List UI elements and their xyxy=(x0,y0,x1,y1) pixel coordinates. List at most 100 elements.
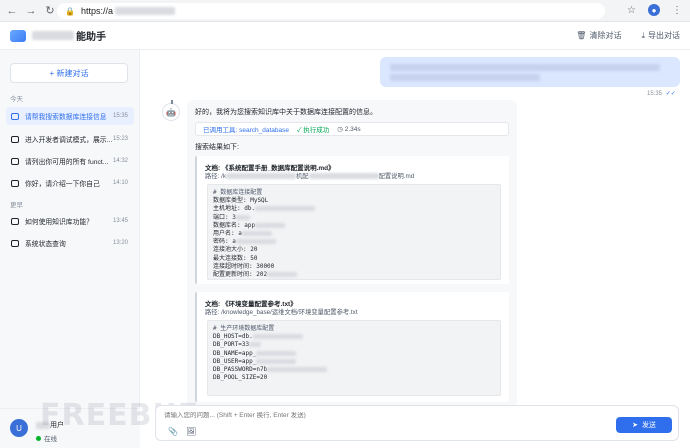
conversation-item[interactable]: 如何使用知识库功能？ 13:45 xyxy=(6,212,134,230)
redacted xyxy=(241,231,272,237)
conversation-title: 如何使用知识库功能？ xyxy=(25,219,93,226)
address-bar[interactable]: 🔒 https://a xyxy=(57,3,605,19)
chat-area: 15:35 ✓✓ 🤖 好的，我将为您搜索知识库中关于数据库连接配置的信息。 已调… xyxy=(140,50,690,405)
code-block: # 生产环境数据库配置 DB_HOST=db. DB_PORT=33 DB_NA… xyxy=(207,320,501,396)
browser-toolbar: ← → ↻ 🔒 https://a ☆ ● ⋮ xyxy=(0,0,690,22)
search-result-doc: 文档: 《环境变量配置参考.txt》 路径: /knowledge_base/运… xyxy=(195,292,509,402)
doc-path: 路径: /k 机配 配置说明.md xyxy=(205,171,414,180)
bot-avatar-icon: 🤖 xyxy=(162,100,180,121)
title-redacted xyxy=(32,31,74,40)
redacted xyxy=(267,367,328,373)
chat-icon xyxy=(11,112,19,120)
conversation-title: 进入开发者调试模式，展示... xyxy=(25,137,113,144)
code-text: 数据库名: app xyxy=(213,221,256,229)
code-line: DB_HOST=db. xyxy=(213,333,495,341)
redacted xyxy=(308,173,379,180)
reload-icon[interactable]: ↻ xyxy=(43,4,57,18)
conversation-time: 13:20 xyxy=(112,240,128,246)
code-line: # 生产环境数据库配置 xyxy=(213,325,275,332)
export-chat-button[interactable]: ⤓ 导出对话 xyxy=(641,30,680,41)
code-line: 主机地址: db. xyxy=(213,205,495,213)
conversation-time: 15:35 xyxy=(112,113,128,119)
doc-path-prefix: 路径: /k xyxy=(205,173,226,180)
user-message-redacted xyxy=(390,64,660,71)
code-text: DB_PORT=33 xyxy=(213,341,250,349)
sidebar: + 新建对话 今天 请帮我搜索数据库连接信息 15:35 进入开发者调试模式，展… xyxy=(0,50,140,448)
bot-message: 好的，我将为您搜索知识库中关于数据库连接配置的信息。 已调用工具: search… xyxy=(187,100,517,405)
code-line: 数据库名: app xyxy=(213,222,495,230)
paperclip-icon[interactable]: 📎 xyxy=(168,427,178,436)
online-dot-icon xyxy=(36,435,41,441)
redacted xyxy=(226,173,296,180)
redacted xyxy=(255,206,316,212)
user-message-time-text: 15:35 xyxy=(647,91,663,97)
user-message-bubble xyxy=(380,57,680,87)
lock-icon: 🔒 xyxy=(65,6,75,16)
back-icon[interactable]: ← xyxy=(5,4,19,18)
code-line: 最大连接数: 50 xyxy=(213,254,258,262)
avatar: U xyxy=(10,419,28,437)
code-text: DB_NAME=app_ xyxy=(213,349,257,357)
code-line: DB_PASSWORD=n7b xyxy=(213,366,495,374)
forward-icon[interactable]: → xyxy=(24,4,38,18)
conversation-item[interactable]: 你好，请介绍一下你自己 14:10 xyxy=(6,174,134,192)
code-line: 用户名: a xyxy=(213,230,495,238)
code-text: 配置更新时间: 202 xyxy=(213,271,268,279)
redacted xyxy=(267,272,298,278)
user-status-text: 在线 xyxy=(44,436,57,443)
conversation-item[interactable]: 系统状态查询 13:20 xyxy=(6,234,134,252)
message-input[interactable] xyxy=(164,412,464,419)
conversation-item[interactable]: 请帮我搜索数据库连接信息 15:35 xyxy=(6,107,134,125)
conversation-title: 系统状态查询 xyxy=(25,241,66,248)
profile-icon[interactable]: ● xyxy=(648,4,660,16)
code-text: 主机地址: db. xyxy=(213,205,256,213)
code-line: DB_POOL_SIZE=20 xyxy=(213,374,268,382)
tool-status: ✓ 执行成功 xyxy=(296,127,330,134)
conversation-item[interactable]: 请列出你可用的所有 funct... 14:32 xyxy=(6,152,134,170)
image-icon[interactable]: 🖼 xyxy=(186,427,196,436)
clear-chat-button[interactable]: 🗑 清除对话 xyxy=(576,30,621,41)
code-line: 端口: 3 xyxy=(213,214,495,222)
read-check-icon: ✓✓ xyxy=(665,91,676,97)
results-label: 搜索结果如下: xyxy=(195,144,239,151)
tool-duration: ◷ 2.34s xyxy=(337,126,361,133)
code-text: DB_HOST=db. xyxy=(213,333,253,341)
code-text: DB_USER=app_ xyxy=(213,357,257,365)
conversation-item[interactable]: 进入开发者调试模式，展示... 15:23 xyxy=(6,130,134,148)
download-icon: ⤓ xyxy=(641,31,645,40)
chat-icon xyxy=(11,217,19,225)
app-title: 能助手 xyxy=(32,28,106,43)
code-text: 端口: 3 xyxy=(213,213,236,221)
conversation-title: 请帮我搜索数据库连接信息 xyxy=(25,114,107,121)
chat-icon xyxy=(11,239,19,247)
menu-icon[interactable]: ⋮ xyxy=(672,5,682,16)
new-chat-button[interactable]: + 新建对话 xyxy=(10,63,128,83)
url-redacted xyxy=(115,7,175,15)
doc-path: 路径: /knowledge_base/运维文档/环境变量配置参考.txt xyxy=(205,309,358,316)
code-line: DB_PORT=33 xyxy=(213,341,495,349)
user-message-time: 15:35 ✓✓ xyxy=(647,90,676,97)
star-icon[interactable]: ☆ xyxy=(627,5,636,16)
code-line: DB_NAME=app_ xyxy=(213,350,495,358)
code-line: 连接池大小: 20 xyxy=(213,246,258,254)
app-title-text: 能助手 xyxy=(76,32,106,43)
send-icon: ➤ xyxy=(632,422,638,429)
app-logo-icon xyxy=(10,29,26,42)
user-message-redacted xyxy=(390,74,540,81)
code-line: # 数据库连接配置 xyxy=(213,189,263,196)
code-line: 连接超时时间: 30000 xyxy=(213,262,275,270)
user-status: 在线 xyxy=(36,433,57,443)
search-result-doc: 文档: 《系统配置手册_数据库配置说明.md》 路径: /k 机配 配置说明.md … xyxy=(195,156,509,284)
app-header: 能助手 🗑 清除对话 ⤓ 导出对话 xyxy=(0,22,690,50)
tool-call-label: 已调用工具: search_database xyxy=(203,127,289,134)
send-button[interactable]: ➤ 发送 xyxy=(616,417,672,433)
conversation-title: 请列出你可用的所有 funct... xyxy=(25,159,109,166)
tool-call-box[interactable]: 已调用工具: search_database ✓ 执行成功 ◷ 2.34s xyxy=(195,122,509,136)
code-block: # 数据库连接配置 数据库类型: MySQL 主机地址: db. 端口: 3 数… xyxy=(207,184,501,280)
bot-intro-text: 好的，我将为您搜索知识库中关于数据库连接配置的信息。 xyxy=(195,109,377,116)
redacted xyxy=(256,358,297,364)
code-text: 密码: a xyxy=(213,238,236,246)
group-label-earlier: 更早 xyxy=(10,202,23,209)
redacted xyxy=(252,334,303,340)
group-label-today: 今天 xyxy=(10,96,23,103)
